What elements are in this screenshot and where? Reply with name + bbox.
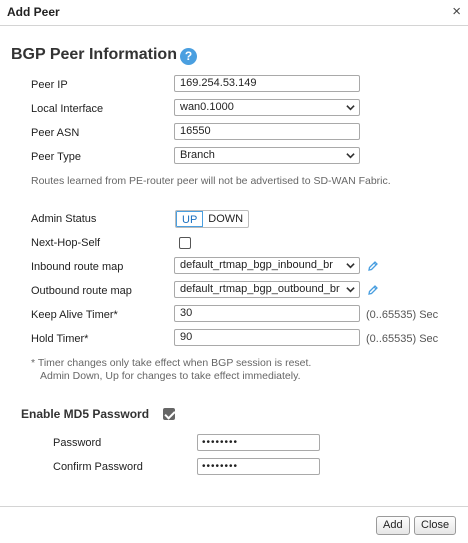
md5-label: Enable MD5 Password xyxy=(21,407,150,421)
peer-ip-input[interactable]: 169.254.53.149 xyxy=(174,75,360,92)
inbound-route-map-label: Inbound route map xyxy=(31,261,124,273)
close-button[interactable]: Close xyxy=(414,516,457,535)
outbound-route-map-value: default_rtmap_bgp_outbound_br xyxy=(180,283,340,295)
peer-asn-input[interactable]: 16550 xyxy=(174,123,360,140)
admin-status-down-button[interactable]: DOWN xyxy=(203,211,248,227)
next-hop-self-checkbox[interactable] xyxy=(179,237,191,249)
timer-note-line2: Admin Down, Up for changes to take effec… xyxy=(40,370,301,382)
timer-note-line1: * Timer changes only take effect when BG… xyxy=(31,357,312,369)
outbound-route-map-label: Outbound route map xyxy=(31,285,132,297)
local-interface-select[interactable]: wan0.1000 xyxy=(174,99,360,116)
chevron-down-icon xyxy=(346,287,355,293)
close-icon[interactable]: × xyxy=(452,3,461,21)
password-input[interactable]: •••••••• xyxy=(197,434,320,451)
local-interface-label: Local Interface xyxy=(31,103,104,115)
peer-ip-label: Peer IP xyxy=(31,79,68,91)
inbound-route-map-value: default_rtmap_bgp_inbound_br xyxy=(180,259,333,271)
peer-type-select[interactable]: Branch xyxy=(174,147,360,164)
keep-alive-timer-input[interactable]: 30 xyxy=(174,305,360,322)
chevron-down-icon xyxy=(346,263,355,269)
admin-status-label: Admin Status xyxy=(31,213,97,225)
peer-asn-label: Peer ASN xyxy=(31,127,80,139)
md5-checkbox[interactable] xyxy=(163,408,175,420)
dialog-title: Add Peer xyxy=(7,5,60,19)
inbound-route-map-select[interactable]: default_rtmap_bgp_inbound_br xyxy=(174,257,360,274)
confirm-password-input[interactable]: •••••••• xyxy=(197,458,320,475)
local-interface-value: wan0.1000 xyxy=(180,101,234,113)
dialog-footer-divider xyxy=(0,506,468,507)
routes-note: Routes learned from PE-router peer will … xyxy=(31,175,391,187)
chevron-down-icon xyxy=(346,153,355,159)
dialog-titlebar: Add Peer × xyxy=(0,0,468,26)
section-title: BGP Peer Information xyxy=(11,46,177,63)
keep-alive-timer-label: Keep Alive Timer* xyxy=(31,309,118,321)
confirm-password-label: Confirm Password xyxy=(53,461,143,473)
help-icon[interactable]: ? xyxy=(180,48,197,65)
next-hop-self-label: Next-Hop-Self xyxy=(31,237,101,249)
hold-timer-unit: (0..65535) Sec xyxy=(366,333,439,345)
admin-status-toggle: UP DOWN xyxy=(175,210,250,228)
add-button[interactable]: Add xyxy=(376,516,410,535)
peer-type-label: Peer Type xyxy=(31,151,81,163)
password-label: Password xyxy=(53,437,102,449)
pencil-icon[interactable] xyxy=(367,284,379,296)
peer-type-value: Branch xyxy=(180,149,215,161)
chevron-down-icon xyxy=(346,105,355,111)
hold-timer-label: Hold Timer* xyxy=(31,333,89,345)
hold-timer-input[interactable]: 90 xyxy=(174,329,360,346)
keep-alive-timer-unit: (0..65535) Sec xyxy=(366,309,439,321)
admin-status-up-button[interactable]: UP xyxy=(176,211,204,227)
pencil-icon[interactable] xyxy=(367,260,379,272)
outbound-route-map-select[interactable]: default_rtmap_bgp_outbound_br xyxy=(174,281,360,298)
